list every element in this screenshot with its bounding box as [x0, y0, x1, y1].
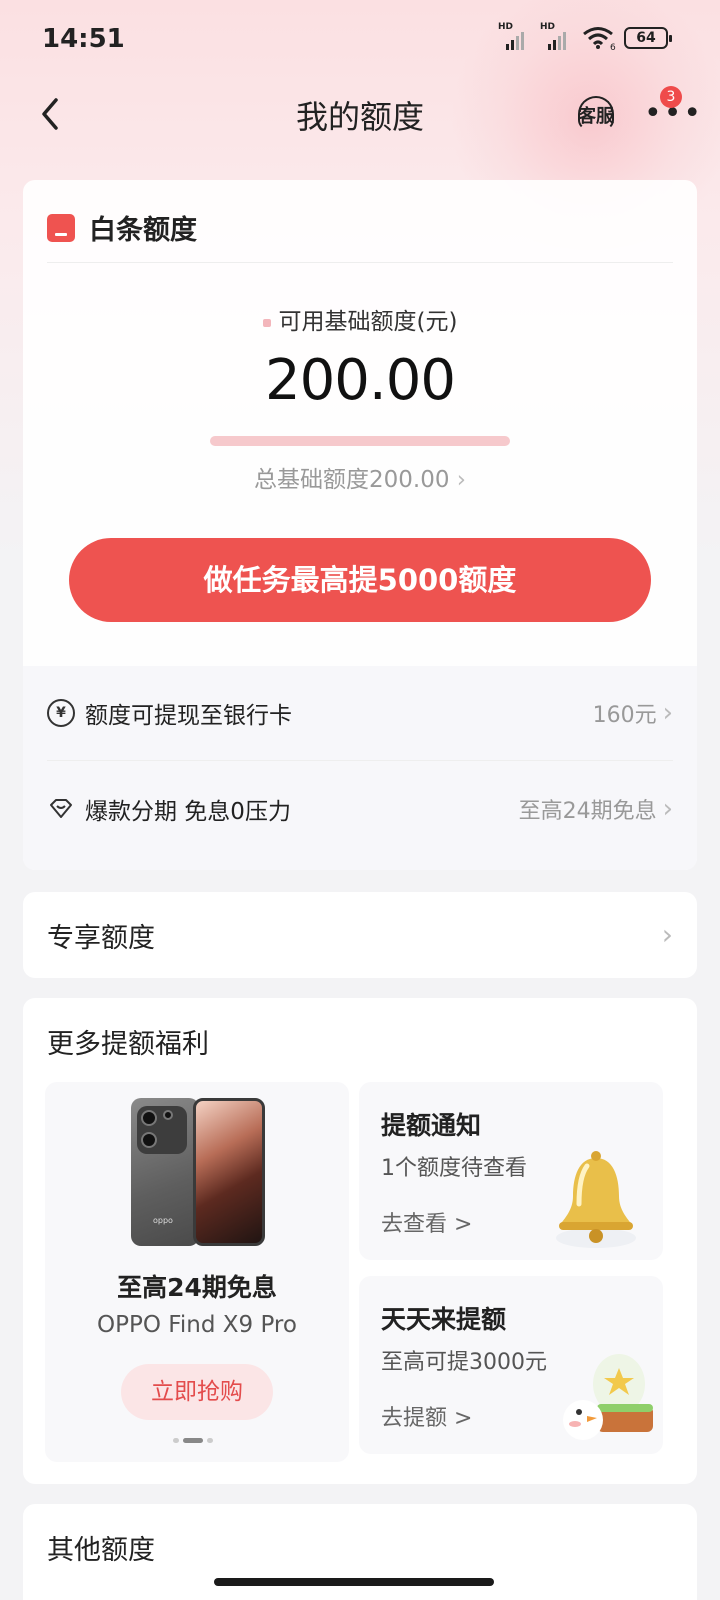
- bell-icon: [551, 1148, 641, 1254]
- row-value: 至高24期免息: [518, 799, 657, 824]
- withdraw-row[interactable]: ¥ 额度可提现至银行卡 160元 ›: [47, 666, 673, 760]
- carousel-indicator: [173, 1438, 213, 1443]
- tile-title: 提额通知: [381, 1111, 482, 1140]
- baitiao-credit-card: 白条额度 可用基础额度(元) 200.00 总基础额度200.00 › 做任务最…: [23, 180, 697, 870]
- sim1-hd-label: HD: [498, 22, 514, 32]
- buy-now-button[interactable]: 立即抢购: [121, 1364, 273, 1420]
- sim2-hd-label: HD: [540, 22, 556, 32]
- duck-mascot-icon: [557, 1346, 657, 1446]
- installment-row[interactable]: 爆款分期 免息0压力 至高24期免息 ›: [47, 762, 673, 856]
- raise-credit-button[interactable]: 做任务最高提5000额度: [69, 538, 651, 622]
- tile-action: 去查看 >: [381, 1212, 473, 1237]
- chevron-right-icon: ›: [456, 467, 466, 493]
- card-header: 白条额度: [47, 208, 197, 247]
- daily-raise-tile[interactable]: 天天来提额 至高可提3000元 去提额 >: [359, 1276, 663, 1454]
- credit-progress-bar: [210, 436, 510, 446]
- notification-badge: 3: [660, 86, 682, 108]
- benefits-card: 更多提额福利 oppo 至高24期免息 OPPO Find X9 Pro 立即抢…: [23, 998, 697, 1484]
- tile-title: 天天来提额: [381, 1305, 507, 1334]
- home-indicator[interactable]: [214, 1578, 494, 1586]
- available-credit-label: 可用基础额度(元): [23, 302, 697, 336]
- diamond-icon: [47, 795, 75, 823]
- tile-subtitle: 至高可提3000元: [381, 1350, 547, 1375]
- chevron-right-icon: ›: [662, 794, 673, 824]
- phone-promo-tile[interactable]: oppo 至高24期免息 OPPO Find X9 Pro 立即抢购: [45, 1082, 349, 1462]
- chevron-right-icon: ›: [661, 918, 673, 951]
- status-bar: 14:51 HD HD 6 64: [0, 0, 720, 80]
- card-title: 白条额度: [89, 215, 197, 246]
- signal-icon-2: HD: [540, 22, 574, 50]
- nav-bar: 我的额度 客服 ••• 3: [0, 80, 720, 150]
- status-icons: HD HD 6 64: [498, 22, 672, 53]
- card-icon: [47, 213, 75, 242]
- wifi-icon: 6: [582, 26, 616, 53]
- row-label: 爆款分期 免息0压力: [85, 799, 291, 825]
- wifi-generation-label: 6: [610, 43, 616, 50]
- yen-icon: ¥: [47, 699, 75, 727]
- customer-service-button[interactable]: 客服: [574, 92, 618, 138]
- available-credit-amount: 200.00: [265, 348, 456, 413]
- phone-product-image: oppo: [131, 1098, 265, 1246]
- divider: [47, 262, 673, 263]
- signal-icon: HD: [498, 22, 532, 50]
- card-title: 更多提额福利: [47, 1029, 209, 1060]
- battery-icon: 64: [624, 27, 672, 49]
- customer-service-label: 客服: [578, 106, 614, 127]
- row-value: 160元: [592, 703, 657, 728]
- promo-headline: 至高24期免息: [117, 1273, 277, 1302]
- chevron-right-icon: ›: [662, 698, 673, 728]
- card-title: 专享额度: [47, 923, 155, 954]
- card-title: 其他额度: [47, 1535, 155, 1566]
- status-time: 14:51: [42, 24, 125, 54]
- total-credit-link[interactable]: 总基础额度200.00 ›: [23, 460, 697, 494]
- feature-rows: ¥ 额度可提现至银行卡 160元 › 爆款分期 免息0压力 至高24期免息 ›: [23, 666, 697, 870]
- bullet-dot-icon: [262, 318, 271, 327]
- promo-product-name: OPPO Find X9 Pro: [97, 1312, 297, 1338]
- divider: [47, 760, 673, 761]
- row-label: 额度可提现至银行卡: [85, 703, 292, 729]
- tile-action: 去提额 >: [381, 1406, 473, 1431]
- phone-brand-mark: oppo: [153, 1216, 173, 1225]
- exclusive-credit-card[interactable]: 专享额度 ›: [23, 892, 697, 978]
- tile-subtitle: 1个额度待查看: [381, 1156, 527, 1181]
- credit-notice-tile[interactable]: 提额通知 1个额度待查看 去查看 >: [359, 1082, 663, 1260]
